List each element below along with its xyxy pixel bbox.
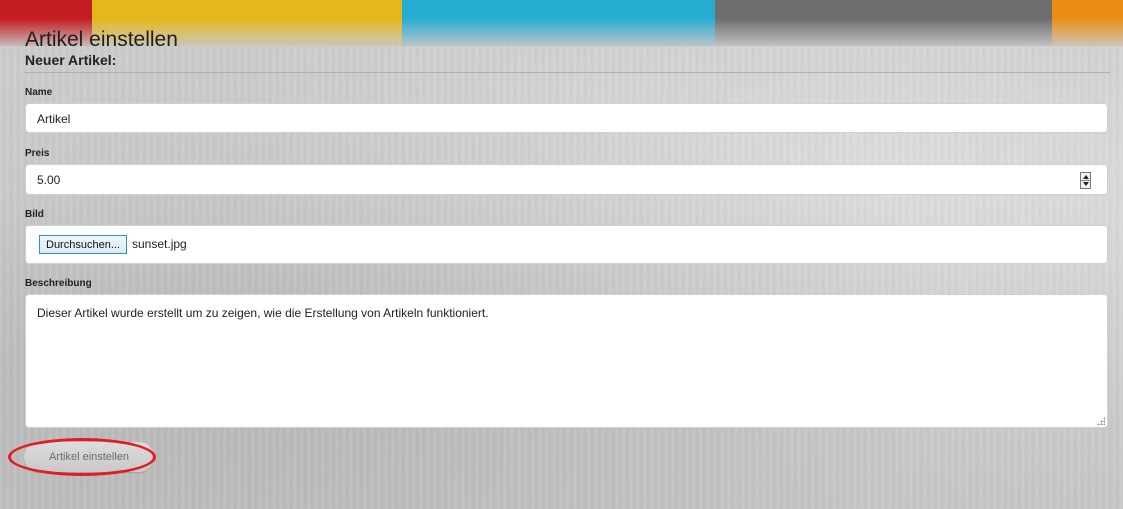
price-input[interactable]: 5.00 — [25, 164, 1108, 195]
divider — [25, 72, 1110, 73]
page-title: Artikel einstellen — [25, 28, 178, 51]
selected-file-name: sunset.jpg — [132, 237, 187, 251]
description-label: Beschreibung — [25, 278, 92, 289]
form-subtitle: Neuer Artikel: — [25, 52, 117, 68]
name-input[interactable]: Artikel — [25, 103, 1108, 133]
browse-button[interactable]: Durchsuchen... — [39, 235, 127, 254]
stepper-divider — [1081, 180, 1090, 181]
name-label: Name — [25, 87, 53, 98]
banner-segment-cyan — [402, 0, 715, 46]
spinner-up-icon[interactable] — [1083, 175, 1089, 179]
description-textarea[interactable]: Dieser Artikel wurde erstellt um zu zeig… — [25, 294, 1108, 428]
image-file-field[interactable]: Durchsuchen... sunset.jpg — [25, 225, 1108, 264]
banner-segment-orange — [1052, 0, 1123, 46]
image-label: Bild — [25, 209, 44, 220]
spinner-down-icon[interactable] — [1083, 182, 1089, 186]
name-input-value: Artikel — [37, 112, 71, 126]
price-input-value: 5.00 — [37, 173, 61, 187]
price-label: Preis — [25, 148, 50, 159]
price-stepper[interactable] — [1080, 172, 1091, 189]
submit-button[interactable]: Artikel einstellen — [24, 442, 154, 472]
banner-segment-gray — [715, 0, 1052, 46]
description-value: Dieser Artikel wurde erstellt um zu zeig… — [37, 306, 489, 320]
resize-grip-icon[interactable] — [1097, 417, 1105, 425]
